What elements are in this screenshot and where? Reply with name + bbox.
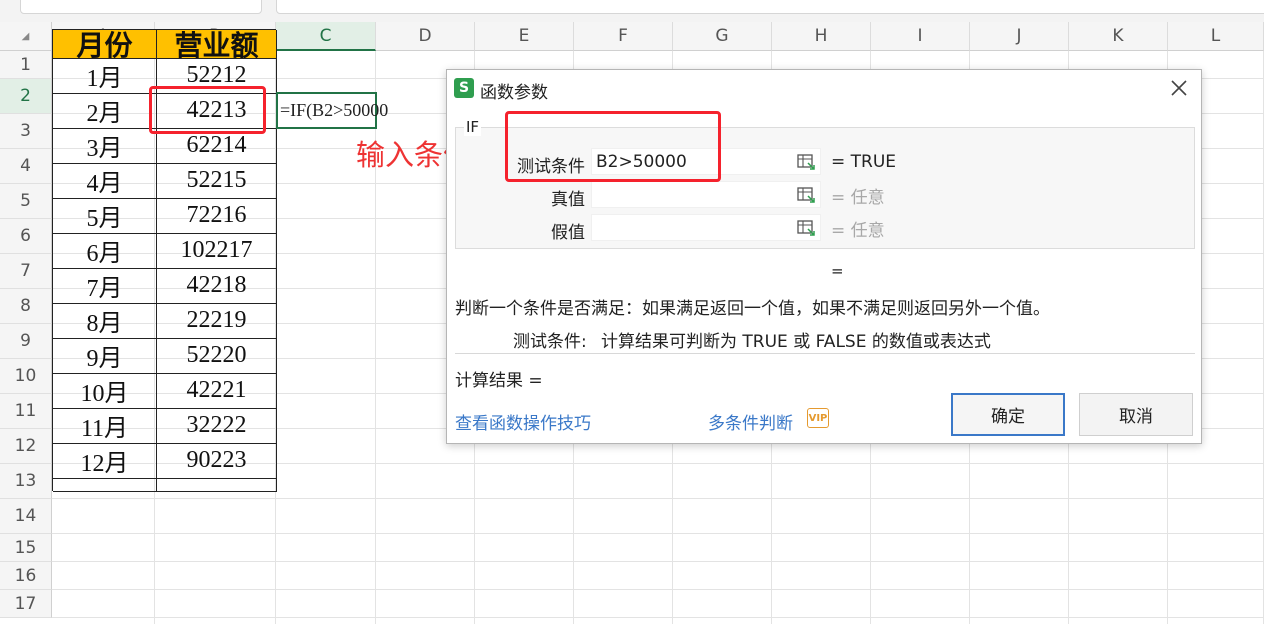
range-picker-icon[interactable] [797,220,815,236]
cell-month[interactable]: 12月 [53,443,156,478]
highlight-box-condition [505,111,721,182]
column-header[interactable]: H [772,22,871,51]
table-border [53,443,277,444]
column-header[interactable]: D [376,22,475,51]
grid-line [52,589,1264,590]
cell-revenue[interactable]: 52220 [156,338,277,373]
param-result-false: = 任意 [831,221,885,241]
row-header[interactable]: 7 [0,254,52,289]
name-box[interactable] [20,0,262,14]
vip-badge: VIP [807,408,829,428]
cell-revenue[interactable]: 52215 [156,163,277,198]
table-border [53,491,277,492]
column-header[interactable]: G [673,22,772,51]
table-border [53,268,277,269]
cancel-button[interactable]: 取消 [1079,393,1193,436]
cell-revenue[interactable]: 102217 [156,233,277,268]
param-result-true: = 任意 [831,188,885,208]
link-function-tips[interactable]: 查看函数操作技巧 [455,409,591,434]
param-label-true: 真值 [551,190,585,210]
cell-month[interactable]: 8月 [53,303,156,338]
row-header[interactable]: 3 [0,114,52,149]
cell-revenue[interactable]: 32222 [156,408,277,443]
column-header[interactable]: F [574,22,673,51]
grid-line [52,617,1264,618]
table-border [53,198,277,199]
param-help-label: 测试条件: [513,332,587,352]
row-header[interactable]: 4 [0,149,52,184]
link-multi-condition[interactable]: 多条件判断 [708,409,793,434]
row-header[interactable]: 5 [0,184,52,219]
table-border [53,338,277,339]
calc-result: 计算结果 = [455,371,543,391]
row-header[interactable]: 10 [0,359,52,394]
cell-month[interactable]: 9月 [53,338,156,373]
row-header[interactable]: 6 [0,219,52,254]
divider [455,353,1195,354]
formula-bar[interactable] [276,0,1264,14]
header-cell-month[interactable]: 月份 [53,30,156,62]
row-header[interactable]: 16 [0,562,52,590]
cell-c2-formula: =IF(B2>50000 [280,100,389,120]
cell-revenue[interactable]: 22219 [156,303,277,338]
dialog-title: 函数参数 [480,83,548,103]
range-picker-icon[interactable] [797,154,815,170]
cell-month[interactable]: 2月 [53,93,156,128]
top-toolbar [0,0,1264,22]
table-border [53,478,277,479]
row-header[interactable]: 15 [0,534,52,562]
column-header[interactable]: I [871,22,970,51]
cell-month[interactable]: 7月 [53,268,156,303]
row-header[interactable]: 9 [0,324,52,359]
column-header[interactable]: K [1069,22,1168,51]
select-all-corner[interactable]: ◢ [0,22,52,51]
param-label-false: 假值 [551,223,585,243]
row-header[interactable]: 8 [0,289,52,324]
overall-result-eq: = [831,262,844,280]
cell-revenue[interactable]: 42221 [156,373,277,408]
row-header[interactable]: 12 [0,429,52,464]
cell-month[interactable]: 6月 [53,233,156,268]
cell-month[interactable]: 5月 [53,198,156,233]
table-border [53,163,277,164]
row-header[interactable]: 11 [0,394,52,429]
param-input-false[interactable] [591,214,821,241]
row-header[interactable]: 13 [0,464,52,499]
row-header[interactable]: 1 [0,51,52,79]
cell-revenue[interactable]: 72216 [156,198,277,233]
table-border [53,373,277,374]
wps-logo-icon: S [454,78,474,98]
cell-revenue[interactable]: 90223 [156,443,277,478]
header-cell-revenue[interactable]: 营业额 [156,30,277,62]
param-result-test: = TRUE [831,152,897,172]
grid-line [52,561,1264,562]
highlight-box-b2 [149,86,266,134]
row-header[interactable]: 2 [0,79,52,114]
cell-revenue[interactable]: 42218 [156,268,277,303]
row-header[interactable]: 17 [0,590,52,618]
column-header[interactable]: L [1168,22,1264,51]
function-name: IF [464,118,482,136]
range-picker-icon[interactable] [797,187,815,203]
grid-line [52,533,1264,534]
cell-month[interactable]: 1月 [53,58,156,93]
ok-button[interactable]: 确定 [951,393,1065,436]
table-border [53,233,277,234]
cell-month[interactable]: 3月 [53,128,156,163]
grid-line [52,498,1264,499]
column-header[interactable]: E [475,22,574,51]
cell-month[interactable]: 4月 [53,163,156,198]
row-header[interactable]: 14 [0,499,52,534]
function-description: 判断一个条件是否满足：如果满足返回一个值，如果不满足则返回另外一个值。 [455,299,1050,319]
cell-month[interactable]: 10月 [53,373,156,408]
column-header[interactable]: C [276,22,376,51]
table-border [53,303,277,304]
cell-month[interactable]: 11月 [53,408,156,443]
table-border [53,408,277,409]
column-header[interactable]: J [970,22,1069,51]
param-help-text: 计算结果可判断为 TRUE 或 FALSE 的数值或表达式 [601,332,991,352]
close-icon[interactable] [1165,74,1193,102]
table-border [53,58,277,59]
param-input-true[interactable] [591,181,821,208]
